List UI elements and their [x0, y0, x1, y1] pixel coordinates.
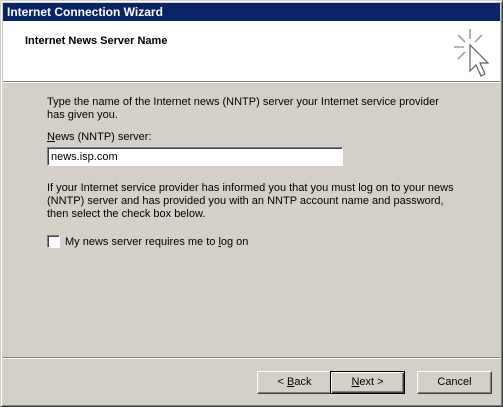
window-title: Internet Connection Wizard: [7, 5, 163, 19]
logon-info-text: If your Internet service provider has in…: [47, 182, 454, 220]
header-divider: [3, 81, 500, 83]
wizard-header: Internet News Server Name: [3, 21, 500, 81]
news-server-input[interactable]: [47, 147, 343, 166]
footer-divider: [3, 357, 500, 359]
intro-text: Type the name of the Internet news (NNTP…: [47, 96, 439, 121]
server-label: News (NNTP) server:: [47, 131, 152, 143]
logon-required-checkbox[interactable]: [47, 235, 60, 248]
wizard-sparkle-cursor-icon: [454, 29, 490, 77]
logon-required-label[interactable]: My news server requires me to log on: [65, 236, 248, 248]
cancel-button[interactable]: Cancel: [417, 371, 492, 394]
title-bar[interactable]: Internet Connection Wizard: [3, 3, 500, 21]
wizard-window: Internet Connection Wizard Internet News…: [0, 0, 503, 407]
back-button[interactable]: < Back: [257, 371, 332, 394]
page-title: Internet News Server Name: [25, 35, 168, 47]
next-button[interactable]: Next >: [330, 371, 405, 394]
